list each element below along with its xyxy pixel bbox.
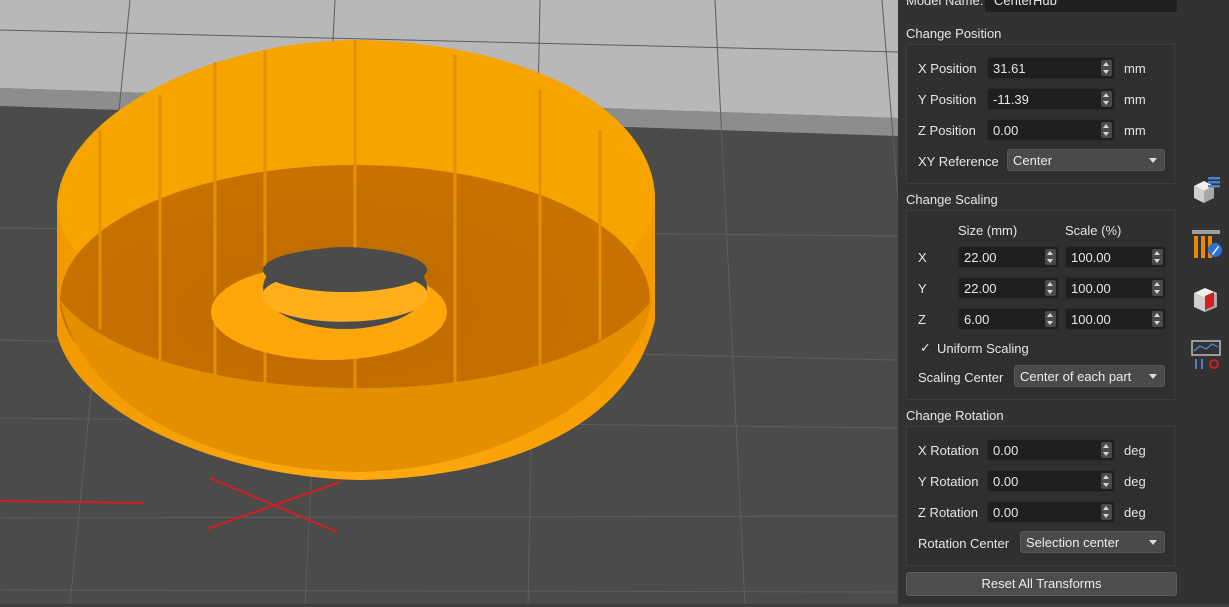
scale-y-axis-label: Y — [918, 281, 927, 296]
z-position-value: 0.00 — [993, 123, 1019, 138]
chevron-down-icon — [1149, 540, 1157, 545]
scale-x-input[interactable]: 100.00 — [1065, 246, 1166, 268]
x-rotation-label: X Rotation — [918, 443, 979, 458]
x-rotation-input[interactable]: 0.00 — [987, 439, 1115, 461]
z-rotation-value: 0.00 — [993, 505, 1019, 520]
size-x-stepper[interactable] — [1045, 249, 1056, 265]
uniform-scaling-checkbox[interactable]: ✓ — [918, 340, 932, 355]
rotation-section-title: Change Rotation — [906, 408, 1004, 423]
x-position-stepper[interactable] — [1101, 60, 1112, 76]
viewport-canvas[interactable] — [0, 0, 899, 605]
z-position-label: Z Position — [918, 123, 976, 138]
scale-y-stepper[interactable] — [1152, 280, 1163, 296]
y-rotation-value: 0.00 — [993, 474, 1019, 489]
size-y-stepper[interactable] — [1045, 280, 1056, 296]
chevron-down-icon — [1149, 374, 1157, 379]
y-rotation-unit: deg — [1124, 474, 1146, 489]
y-rotation-label: Y Rotation — [918, 474, 979, 489]
size-z-input[interactable]: 6.00 — [958, 308, 1059, 330]
scale-z-axis-label: Z — [918, 312, 926, 327]
y-position-label: Y Position — [918, 92, 977, 107]
z-position-stepper[interactable] — [1101, 122, 1112, 138]
y-position-input[interactable]: -11.39 — [987, 88, 1115, 110]
scale-x-axis-label: X — [918, 250, 927, 265]
x-rotation-value: 0.00 — [993, 443, 1019, 458]
x-position-value: 31.61 — [993, 61, 1026, 76]
checkmark-icon: ✓ — [920, 340, 931, 355]
x-rotation-unit: deg — [1124, 443, 1146, 458]
position-section-title: Change Position — [906, 26, 1002, 41]
size-z-stepper[interactable] — [1045, 311, 1056, 327]
scale-z-input[interactable]: 100.00 — [1065, 308, 1166, 330]
xy-reference-value: Center — [1013, 153, 1053, 168]
object-list-icon[interactable] — [1188, 172, 1224, 208]
model-name-label: Model Name: — [906, 0, 984, 8]
z-rotation-stepper[interactable] — [1101, 504, 1112, 520]
scaling-section-title: Change Scaling — [906, 192, 998, 207]
rotation-group: X Rotation 0.00 deg Y Rotation 0.00 deg … — [906, 426, 1175, 566]
placement-settings-icon[interactable] — [1188, 337, 1224, 373]
y-position-value: -11.39 — [993, 92, 1029, 107]
scaling-center-select[interactable]: Center of each part — [1014, 365, 1165, 387]
xy-reference-select[interactable]: Center — [1007, 149, 1165, 171]
center-hub-model[interactable] — [57, 40, 655, 480]
uniform-scaling-label[interactable]: Uniform Scaling — [937, 341, 1029, 356]
x-position-input[interactable]: 31.61 — [987, 57, 1115, 79]
scaling-center-label: Scaling Center — [918, 370, 1004, 385]
z-rotation-unit: deg — [1124, 505, 1146, 520]
scale-y-input[interactable]: 100.00 — [1065, 277, 1166, 299]
scale-z-stepper[interactable] — [1152, 311, 1163, 327]
size-x-value: 22.00 — [964, 250, 997, 265]
y-rotation-stepper[interactable] — [1101, 473, 1112, 489]
y-rotation-input[interactable]: 0.00 — [987, 470, 1115, 492]
z-position-unit: mm — [1124, 123, 1146, 138]
y-position-stepper[interactable] — [1101, 91, 1112, 107]
x-position-unit: mm — [1124, 61, 1146, 76]
size-y-value: 22.00 — [964, 281, 997, 296]
size-y-input[interactable]: 22.00 — [958, 277, 1059, 299]
x-position-label: X Position — [918, 61, 977, 76]
supports-paint-icon[interactable] — [1188, 226, 1224, 262]
scaling-group: Size (mm) Scale (%) X 22.00 100.00 Y 22.… — [906, 210, 1175, 400]
chevron-down-icon — [1149, 158, 1157, 163]
modifier-mesh-icon[interactable] — [1188, 282, 1224, 318]
x-rotation-stepper[interactable] — [1101, 442, 1112, 458]
y-position-unit: mm — [1124, 92, 1146, 107]
scale-x-value: 100.00 — [1071, 250, 1111, 265]
z-rotation-label: Z Rotation — [918, 505, 978, 520]
model-name-value: CenterHub — [994, 0, 1057, 8]
size-column-header: Size (mm) — [958, 223, 1018, 238]
size-z-value: 6.00 — [964, 312, 990, 327]
size-x-input[interactable]: 22.00 — [958, 246, 1059, 268]
rotation-center-value: Selection center — [1026, 535, 1120, 550]
object-manipulation-panel: Model Name: CenterHub Change Position X … — [898, 0, 1185, 604]
z-rotation-input[interactable]: 0.00 — [987, 501, 1115, 523]
reset-all-transforms-button[interactable]: Reset All Transforms — [906, 572, 1177, 596]
scaling-center-value: Center of each part — [1020, 369, 1132, 384]
scale-column-header: Scale (%) — [1065, 223, 1122, 238]
rotation-center-label: Rotation Center — [918, 536, 1010, 551]
side-toolbar — [1185, 0, 1229, 604]
scale-z-value: 100.00 — [1071, 312, 1111, 327]
scale-x-stepper[interactable] — [1152, 249, 1163, 265]
model-name-field[interactable]: CenterHub — [985, 0, 1177, 12]
position-group: X Position 31.61 mm Y Position -11.39 mm… — [906, 44, 1175, 184]
rotation-center-select[interactable]: Selection center — [1020, 531, 1165, 553]
z-position-input[interactable]: 0.00 — [987, 119, 1115, 141]
scale-y-value: 100.00 — [1071, 281, 1111, 296]
xy-reference-label: XY Reference — [918, 154, 999, 169]
3d-viewport[interactable] — [0, 0, 899, 605]
